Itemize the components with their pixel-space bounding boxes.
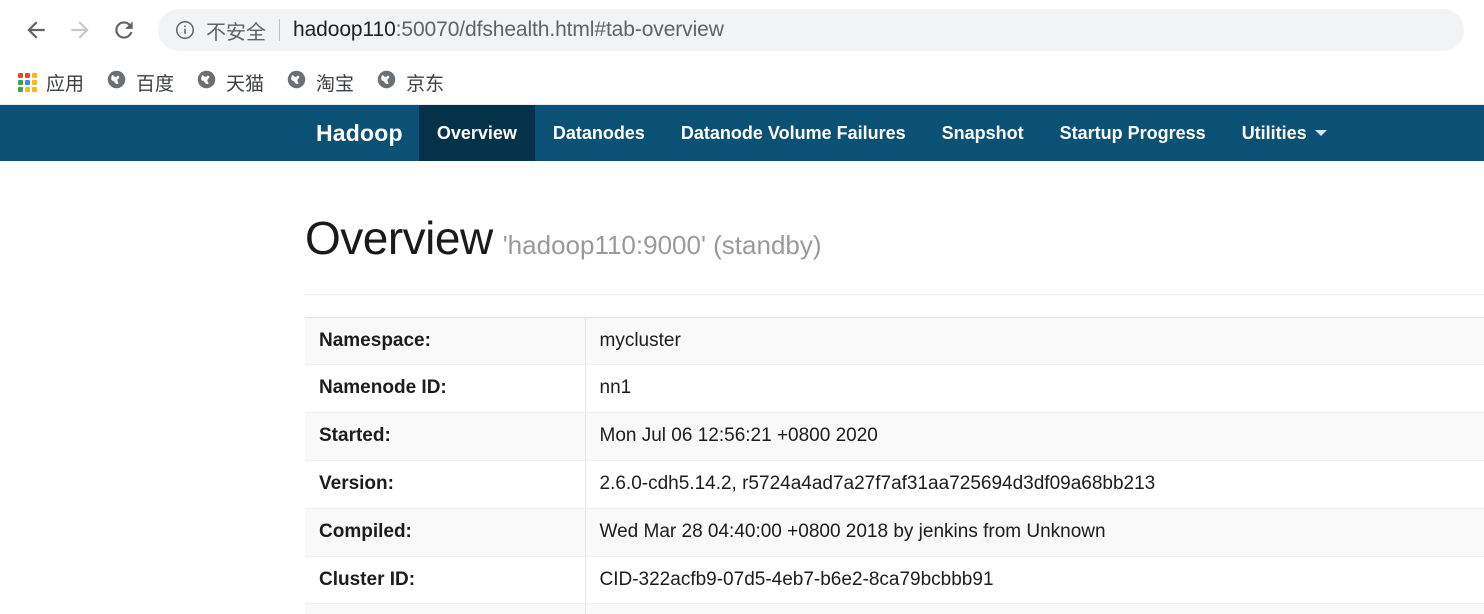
table-row: Version: 2.6.0-cdh5.14.2, r5724a4ad7a27f… [305,459,1484,509]
bookmark-label: 淘宝 [316,72,355,95]
table-cell-value: Mon Jul 06 12:56:21 +0800 2020 [585,412,1484,461]
table-row: Namenode ID: nn1 [305,364,1484,414]
globe-icon [106,69,127,95]
nav-link-datanode-volume-failures[interactable]: Datanode Volume Failures [663,105,924,161]
globe-icon [376,69,397,95]
bookmarks-bar: 应用 百度 天猫 淘宝 京东 [0,60,1484,105]
bookmark-taobao[interactable]: 淘宝 [278,65,362,99]
info-circle-icon[interactable] [174,19,196,41]
table-row: Namespace: mycluster [305,316,1484,366]
page-content: Overview 'hadoop110:9000' (standby) Names… [0,161,1484,614]
bookmark-label: 应用 [46,72,85,95]
table-cell-key: Namenode ID: [305,364,586,414]
forward-button[interactable] [58,8,102,52]
security-status-label: 不安全 [206,19,266,44]
url-host: hadoop110 [293,18,396,41]
table-cell-key: Block Pool ID: [305,603,586,614]
bookmark-baidu[interactable]: 百度 [98,65,182,99]
back-button[interactable] [14,8,58,52]
table-cell-value: BP-324914464-192.168.233.110-15940113719… [585,603,1484,614]
bookmark-label: 天猫 [226,72,265,95]
bookmark-jd[interactable]: 京东 [368,65,452,99]
bookmark-label: 百度 [136,72,175,95]
omnibox-divider [279,19,280,41]
nav-link-datanodes[interactable]: Datanodes [535,105,663,161]
url-text: hadoop110:50070/dfshealth.html#tab-overv… [293,18,724,42]
bookmark-tmall[interactable]: 天猫 [188,65,272,99]
reload-icon [111,17,137,43]
nav-link-startup-progress[interactable]: Startup Progress [1042,105,1224,161]
table-row: Compiled: Wed Mar 28 04:40:00 +0800 2018… [305,507,1484,557]
table-cell-key: Version: [305,459,586,509]
globe-icon [286,69,307,95]
navbar-links: Overview Datanodes Datanode Volume Failu… [418,105,1345,161]
table-cell-value: CID-322acfb9-07d5-4eb7-b6e2-8ca79bcbbb91 [585,555,1484,605]
navbar-spacer [0,105,300,161]
page-title-subtitle: 'hadoop110:9000' (standby) [502,230,822,260]
navbar-brand[interactable]: Hadoop [300,105,419,161]
title-divider [305,293,1484,295]
table-cell-value: Wed Mar 28 04:40:00 +0800 2018 by jenkin… [585,507,1484,557]
table-row: Block Pool ID: BP-324914464-192.168.233.… [305,603,1484,614]
bookmark-label: 京东 [406,72,445,95]
browser-toolbar: 不安全 hadoop110:50070/dfshealth.html#tab-o… [0,0,1484,60]
table-cell-key: Started: [305,412,586,461]
browser-chrome: 不安全 hadoop110:50070/dfshealth.html#tab-o… [0,0,1484,105]
table-cell-key: Namespace: [305,316,586,366]
table-cell-value: mycluster [585,316,1484,366]
forward-arrow-icon [67,17,93,43]
nav-link-utilities[interactable]: Utilities [1224,105,1345,161]
table-cell-value: nn1 [585,364,1484,414]
overview-table: Namespace: mycluster Namenode ID: nn1 St… [305,316,1484,614]
nav-link-overview[interactable]: Overview [418,105,535,161]
page-title: Overview 'hadoop110:9000' (standby) [305,161,1484,264]
url-path: :50070/dfshealth.html#tab-overview [395,18,724,41]
hadoop-navbar: Hadoop Overview Datanodes Datanode Volum… [0,105,1484,161]
table-cell-key: Compiled: [305,507,586,557]
address-bar[interactable]: 不安全 hadoop110:50070/dfshealth.html#tab-o… [158,9,1464,51]
page-title-main: Overview [305,212,493,264]
apps-grid-icon [18,72,37,92]
bookmark-apps[interactable]: 应用 [10,65,92,99]
table-row: Cluster ID: CID-322acfb9-07d5-4eb7-b6e2-… [305,555,1484,605]
table-row: Started: Mon Jul 06 12:56:21 +0800 2020 [305,412,1484,461]
back-arrow-icon [23,17,49,43]
chevron-down-icon [1314,130,1327,136]
globe-icon [196,69,217,95]
table-cell-value: 2.6.0-cdh5.14.2, r5724a4ad7a27f7af31aa72… [585,459,1484,509]
nav-link-snapshot[interactable]: Snapshot [924,105,1042,161]
nav-link-utilities-label: Utilities [1241,122,1307,143]
table-cell-key: Cluster ID: [305,555,586,605]
reload-button[interactable] [102,8,146,52]
